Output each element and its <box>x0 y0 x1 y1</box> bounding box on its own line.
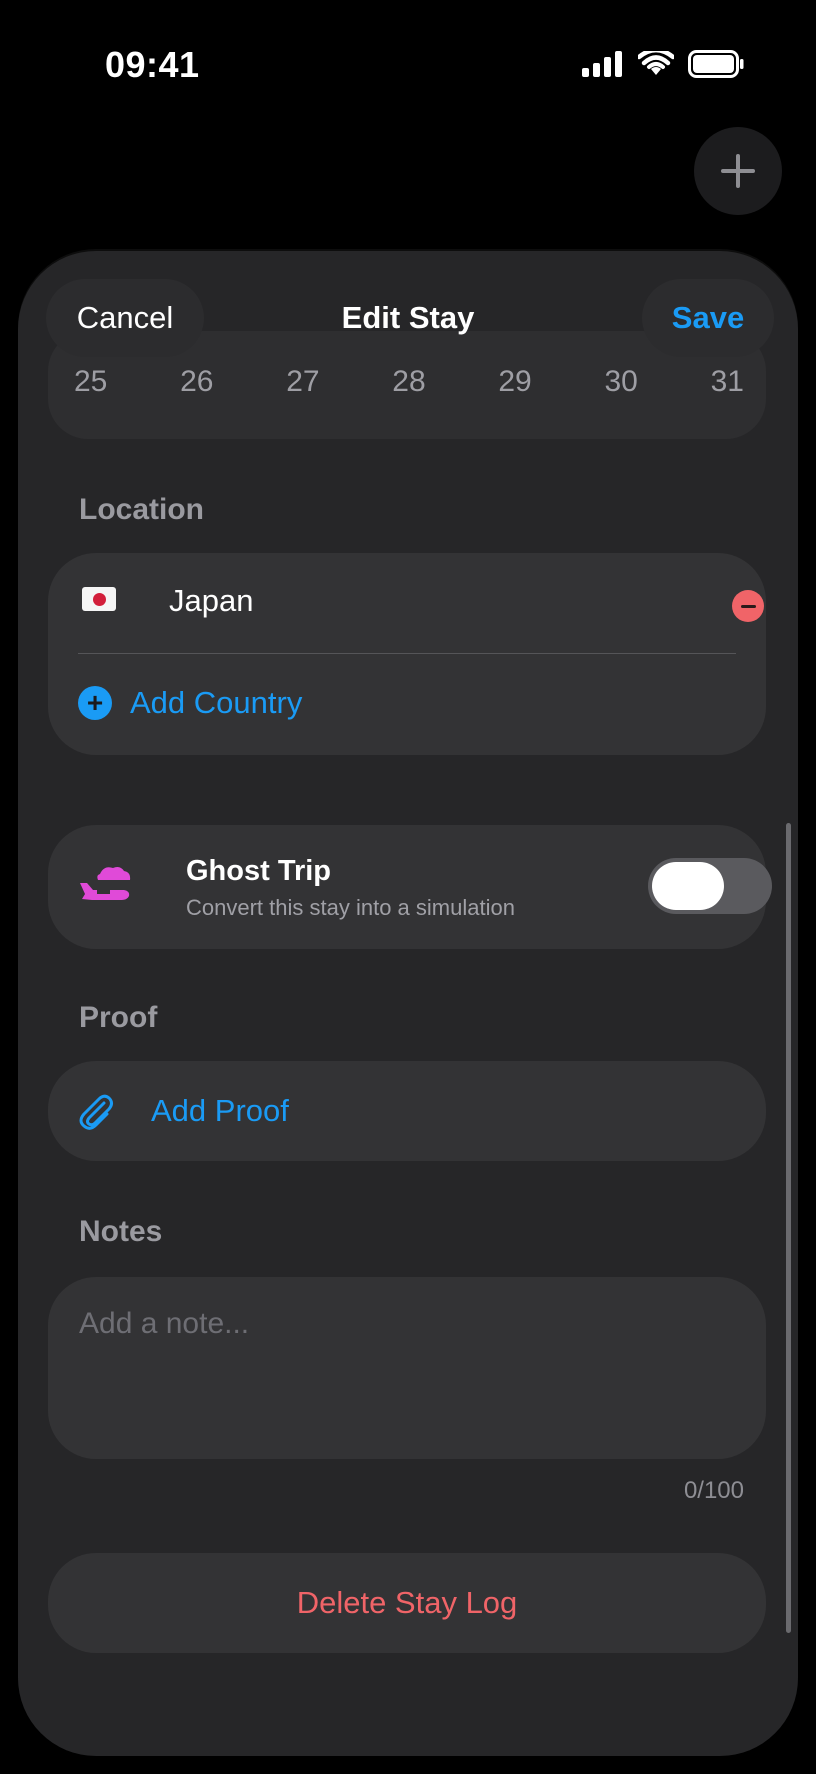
notes-label: Notes <box>79 1215 163 1248</box>
location-label: Location <box>79 493 204 526</box>
add-country-button[interactable]: + Add Country <box>78 685 302 721</box>
date-cell[interactable]: 26 <box>180 365 213 399</box>
plus-icon <box>721 154 755 188</box>
add-circle-icon: + <box>78 686 112 720</box>
ghost-trip-toggle[interactable] <box>648 858 772 914</box>
add-stay-button[interactable] <box>694 127 782 215</box>
date-cell[interactable]: 28 <box>392 365 425 399</box>
ghost-trip-subtitle: Convert this stay into a simulation <box>186 895 515 920</box>
japan-flag-icon <box>82 587 116 611</box>
proof-label: Proof <box>79 1001 158 1034</box>
country-row[interactable]: Japan <box>48 553 766 653</box>
location-card: Japan + Add Country <box>48 553 766 755</box>
date-cell[interactable]: 30 <box>604 365 637 399</box>
notes-input[interactable] <box>48 1277 766 1459</box>
notes-placeholder: Add a note... <box>79 1307 250 1340</box>
edit-stay-sheet: 25 26 27 28 29 30 31 Cancel Edit Stay Sa… <box>18 251 798 1756</box>
save-button[interactable]: Save <box>642 279 774 357</box>
ghost-trip-card: Ghost Trip Convert this stay into a simu… <box>48 825 772 949</box>
notes-character-count: 0/100 <box>683 1477 744 1504</box>
add-proof-label: Add Proof <box>151 1093 289 1128</box>
date-cell[interactable]: 27 <box>286 365 319 399</box>
toggle-knob <box>652 862 724 910</box>
delete-stay-button[interactable]: Delete Stay Log <box>48 1553 766 1653</box>
cellular-signal-icon <box>582 51 622 77</box>
status-icons <box>582 50 744 78</box>
date-cell[interactable]: 31 <box>711 365 744 399</box>
scrollbar[interactable] <box>786 823 791 1633</box>
paperclip-icon <box>79 1094 113 1130</box>
battery-icon <box>688 50 744 78</box>
date-cell[interactable]: 25 <box>74 365 107 399</box>
delete-stay-label: Delete Stay Log <box>296 1585 518 1620</box>
remove-country-button[interactable] <box>732 590 764 622</box>
wifi-icon <box>638 51 674 75</box>
country-name: Japan <box>169 583 254 618</box>
divider <box>78 653 736 654</box>
add-proof-button[interactable]: Add Proof <box>48 1061 766 1161</box>
add-country-label: Add Country <box>130 685 303 720</box>
date-cell[interactable]: 29 <box>498 365 531 399</box>
ghost-trip-title: Ghost Trip <box>186 855 331 887</box>
date-row: 25 26 27 28 29 30 31 <box>74 357 744 407</box>
airplane-cloud-icon <box>80 867 131 900</box>
status-time: 09:41 <box>105 44 200 85</box>
